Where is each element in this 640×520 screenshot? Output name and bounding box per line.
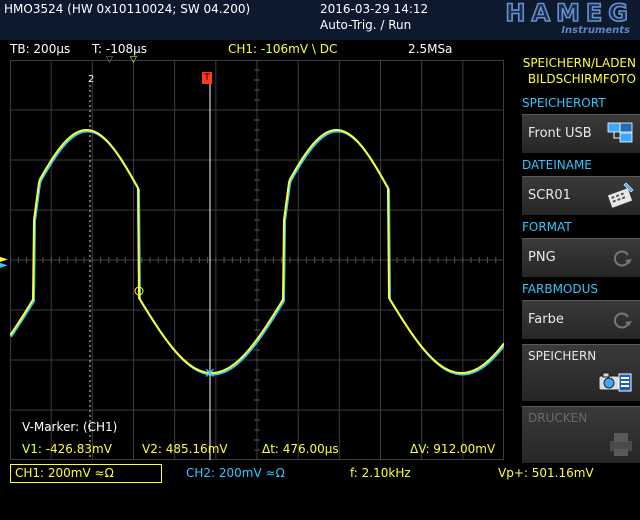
- trigger-time-readout[interactable]: T: -108µs: [92, 42, 147, 56]
- date-time: 2016-03-29 14:12: [320, 2, 429, 16]
- filename-label: DATEINAME: [522, 158, 592, 172]
- print-button[interactable]: DRUCKEN: [522, 406, 640, 463]
- cycle-arrow-icon: [614, 250, 632, 267]
- graticule: [10, 60, 504, 460]
- marker-delta-t: Δt: 476.00µs: [262, 442, 339, 456]
- color-mode-button[interactable]: Farbe: [522, 300, 640, 339]
- marker-cursors[interactable]: ✕: [89, 80, 216, 460]
- save-button[interactable]: SPEICHERN: [522, 344, 640, 401]
- ch2-scale[interactable]: CH2: 200mV ≈Ω: [186, 466, 285, 480]
- marker-v2: V2: 485.16mV: [142, 442, 228, 456]
- cycle-arrow-icon: [614, 312, 632, 329]
- logo-subtext: Instruments: [561, 25, 630, 36]
- storage-value: Front USB: [528, 126, 592, 141]
- device-info: HMO3524 (HW 0x10110024; SW 04.200): [4, 2, 251, 16]
- filename-button[interactable]: SCR01: [522, 176, 640, 215]
- print-label: DRUCKEN: [528, 411, 588, 425]
- usb-folder-icon: [607, 122, 633, 143]
- menu-title-line1: SPEICHERN/LADEN: [522, 56, 636, 70]
- storage-label: SPEICHERORT: [522, 96, 606, 110]
- storage-button[interactable]: Front USB: [522, 114, 640, 153]
- waveform-display[interactable]: ✕ V-Marker: (CH1) V1: -426.83mV V2: 485.…: [10, 60, 504, 460]
- timebase-readout[interactable]: TB: 200µs: [10, 42, 70, 56]
- printer-icon: [610, 433, 632, 456]
- cursor-2-label: 2: [88, 74, 94, 85]
- ch1-trigger-readout[interactable]: CH1: -106mV \ DC: [228, 42, 337, 56]
- menu-title-line2: BILDSCHIRMFOTO: [527, 72, 636, 86]
- save-label: SPEICHERN: [528, 349, 597, 363]
- format-value: PNG: [528, 250, 556, 265]
- status-row: TB: 200µs T: -108µs CH1: -106mV \ DC 2.5…: [0, 40, 510, 60]
- marker-delta-v: ΔV: 912.00mV: [410, 442, 496, 456]
- marker-title: V-Marker: (CH1): [22, 420, 117, 434]
- camera-save-icon: [598, 372, 632, 392]
- ch1-scale-box[interactable]: CH1: 200mV ≈Ω: [10, 464, 162, 483]
- top-bar: HMO3524 (HW 0x10110024; SW 04.200) 2016-…: [0, 0, 640, 40]
- color-mode-label: FARBMODUS: [522, 282, 599, 296]
- format-button[interactable]: PNG: [522, 238, 640, 277]
- trigger-position-marker[interactable]: T: [202, 72, 212, 84]
- trigger-level-arrow-icon: ▽: [130, 55, 137, 65]
- ch2-ground-marker[interactable]: ►: [0, 260, 8, 271]
- logo-text: HAMEG: [505, 0, 634, 27]
- format-label: FORMAT: [522, 220, 572, 234]
- marker-v1: V1: -426.83mV: [22, 442, 113, 456]
- keyboard-pen-icon: [606, 182, 634, 209]
- color-mode-value: Farbe: [528, 312, 564, 327]
- pre-trigger-arrow-icon: ▽: [106, 55, 113, 65]
- hameg-logo: HAMEG Instruments: [446, 0, 634, 36]
- frequency-readout: f: 2.10kHz: [350, 466, 411, 480]
- marker-2-point: ✕: [204, 366, 216, 382]
- sample-rate-readout: 2.5MSa: [408, 42, 453, 56]
- softkey-menu: SPEICHERN/LADEN BILDSCHIRMFOTO SPEICHERO…: [516, 54, 640, 520]
- filename-value: SCR01: [528, 188, 571, 203]
- trigger-state: Auto-Trig. / Run: [320, 18, 412, 32]
